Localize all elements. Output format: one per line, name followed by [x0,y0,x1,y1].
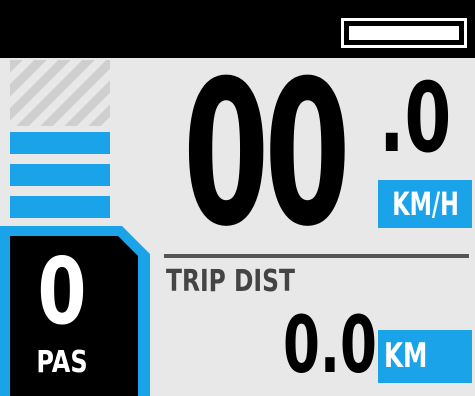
trip-unit: KM [384,336,428,376]
speed-value: 00 [183,38,351,271]
pas-level-value: 0 [37,238,87,345]
divider [164,254,469,258]
assist-level-inactive-segments [10,60,110,126]
assist-level-gauge [0,58,112,228]
assist-level-bar-1 [10,132,110,154]
speed-unit-badge: KM/H [378,180,472,228]
trip-dist-value: 0.0 [283,301,377,391]
speed-unit: KM/H [392,185,459,223]
battery-level-fill [349,26,459,40]
pas-label: PAS [36,345,88,380]
assist-level-bar-2 [10,164,110,186]
assist-level-bar-3 [10,196,110,218]
battery-icon [341,18,467,48]
speed-decimal: .0 [379,62,452,174]
trip-unit-badge: KM [378,330,472,383]
trip-dist-label: TRIP DIST [166,264,295,299]
